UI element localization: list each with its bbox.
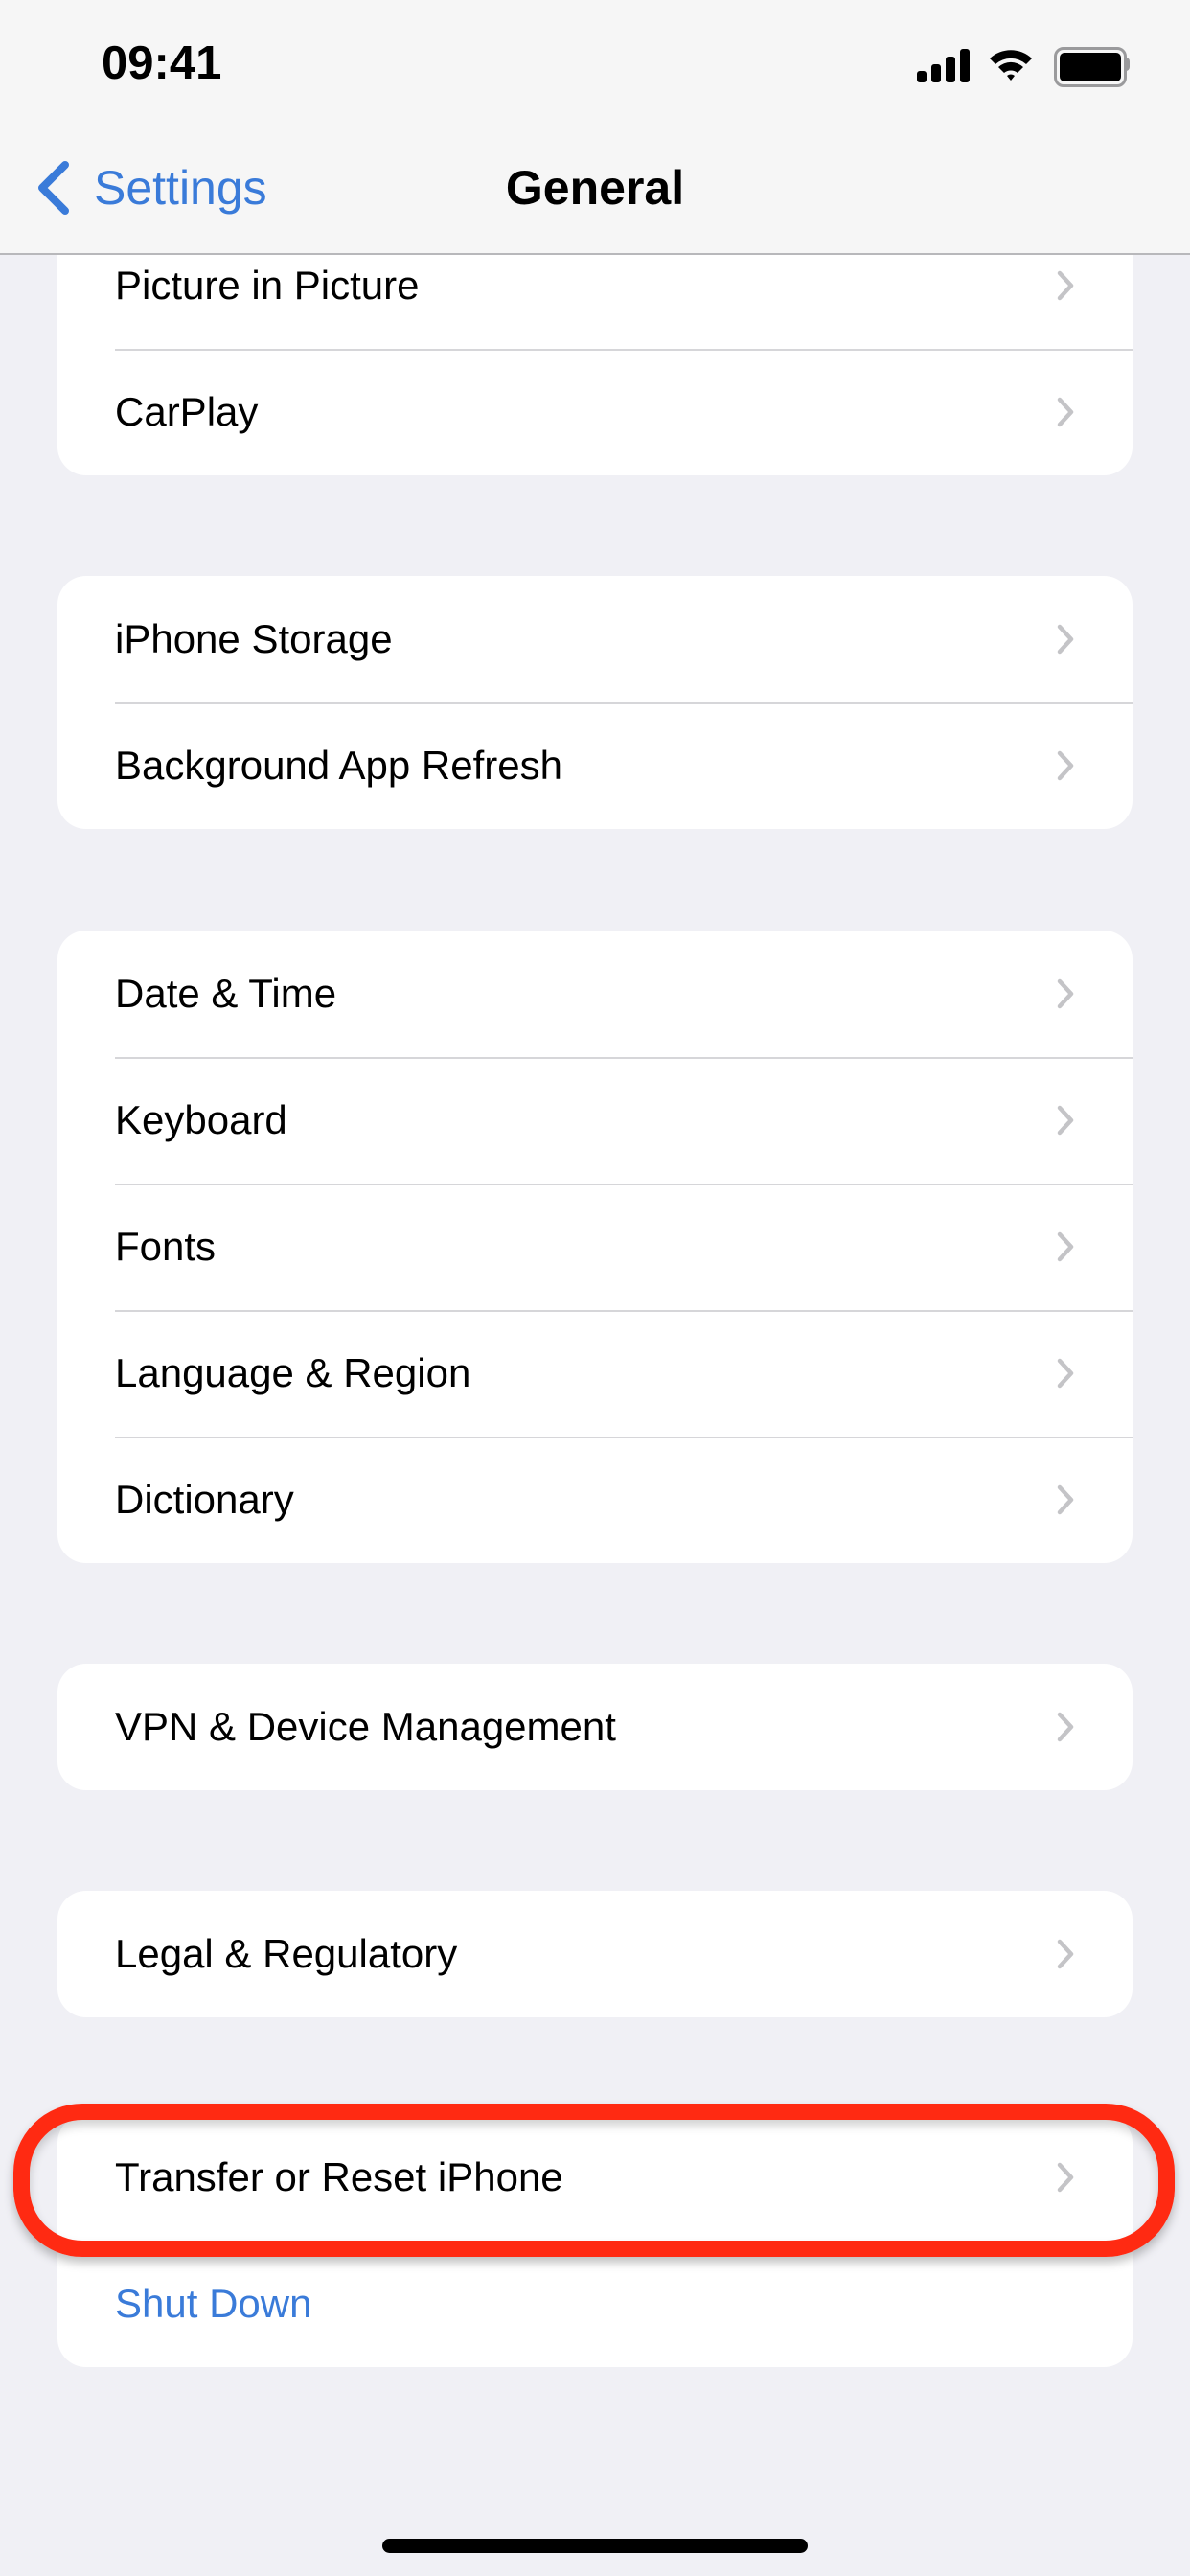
chevron-right-icon: [1057, 1484, 1074, 1515]
wifi-icon: [990, 50, 1032, 80]
row-label: Keyboard: [115, 1097, 287, 1142]
list-item-carplay[interactable]: CarPlay: [57, 349, 1133, 475]
row-label: Shut Down: [115, 2281, 312, 2326]
navigation-header: 09:41 Settings General: [0, 0, 1190, 255]
list-item-legal-regulatory[interactable]: Legal & Regulatory: [57, 1891, 1133, 2017]
row-label: Legal & Regulatory: [115, 1931, 458, 1976]
row-label: CarPlay: [115, 389, 259, 434]
chevron-right-icon: [1057, 1358, 1074, 1389]
settings-group: Legal & Regulatory: [57, 1891, 1133, 2017]
list-item-language-region[interactable]: Language & Region: [57, 1310, 1133, 1437]
battery-icon: [1054, 47, 1127, 87]
cellular-signal-icon: [917, 46, 971, 82]
list-item-dictionary[interactable]: Dictionary: [57, 1437, 1133, 1563]
chevron-right-icon: [1057, 270, 1074, 301]
row-label: Background App Refresh: [115, 743, 562, 788]
shut-down-button[interactable]: Shut Down: [57, 2241, 1133, 2367]
list-item-keyboard[interactable]: Keyboard: [57, 1057, 1133, 1184]
list-item-transfer-or-reset-iphone[interactable]: Transfer or Reset iPhone: [57, 2114, 1133, 2241]
status-icons: [915, 46, 1135, 87]
battery-nub: [1125, 58, 1130, 71]
chevron-right-icon: [1057, 1105, 1074, 1136]
chevron-right-icon: [1057, 1712, 1074, 1742]
list-item-date-time[interactable]: Date & Time: [57, 931, 1133, 1057]
row-label: Fonts: [115, 1224, 217, 1269]
list-item-background-app-refresh[interactable]: Background App Refresh: [57, 702, 1133, 829]
row-label: iPhone Storage: [115, 616, 393, 661]
chevron-right-icon: [1057, 750, 1074, 781]
row-label: Date & Time: [115, 971, 337, 1016]
row-label: Picture in Picture: [115, 263, 420, 308]
list-item-iphone-storage[interactable]: iPhone Storage: [57, 576, 1133, 702]
home-indicator[interactable]: [382, 2539, 808, 2553]
chevron-right-icon: [1057, 624, 1074, 655]
status-time: 09:41: [102, 37, 222, 89]
chevron-right-icon: [1057, 2162, 1074, 2193]
settings-group: iPhone Storage Background App Refresh: [57, 576, 1133, 829]
chevron-right-icon: [1057, 1939, 1074, 1969]
row-label: Language & Region: [115, 1350, 471, 1395]
row-label: Dictionary: [115, 1477, 294, 1522]
row-label: VPN & Device Management: [115, 1704, 616, 1749]
page-title: General: [505, 161, 685, 215]
chevron-right-icon: [1057, 1231, 1074, 1262]
chevron-right-icon: [1057, 978, 1074, 1009]
settings-group: VPN & Device Management: [57, 1664, 1133, 1790]
chevron-right-icon: [1057, 397, 1074, 427]
settings-group: Date & Time Keyboard Fonts Language & Re…: [57, 931, 1133, 1563]
row-label: Transfer or Reset iPhone: [115, 2154, 563, 2199]
settings-group: Transfer or Reset iPhone Shut Down: [57, 2114, 1133, 2367]
list-item-vpn-device-management[interactable]: VPN & Device Management: [57, 1664, 1133, 1790]
list-item-fonts[interactable]: Fonts: [57, 1184, 1133, 1310]
battery-level: [1060, 53, 1121, 81]
